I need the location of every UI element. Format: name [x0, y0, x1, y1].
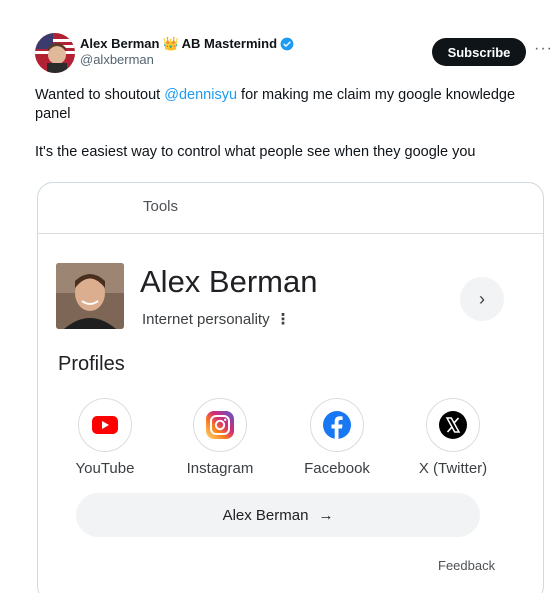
- author-name-suffix: AB Mastermind: [181, 36, 278, 51]
- profile-x-twitter: X (Twitter): [399, 398, 509, 483]
- feedback-link: Feedback: [438, 558, 496, 573]
- subscribe-button[interactable]: Subscribe: [432, 38, 526, 66]
- author-name-block: Alex Berman 👑 AB Mastermind @alxberman: [80, 35, 294, 68]
- author-name: Alex Berman: [80, 36, 160, 51]
- tweet-paragraph-1: Wanted to shoutout @dennisyu for making …: [35, 86, 535, 124]
- entity-name: Alex Berman: [140, 264, 318, 299]
- profile-youtube: YouTube: [51, 398, 161, 483]
- profile-instagram: Instagram: [166, 398, 276, 483]
- profile-photo: [56, 263, 124, 329]
- arrow-right-icon: →: [318, 506, 334, 524]
- tools-label: Tools: [143, 198, 179, 215]
- chevron-right-icon: ›: [460, 277, 504, 321]
- profile-facebook: Facebook: [283, 398, 393, 483]
- crown-icon: 👑: [162, 36, 179, 51]
- mention-link[interactable]: @dennisyu: [164, 87, 237, 103]
- instagram-icon: [193, 398, 247, 452]
- tweet-text-part: Wanted to shoutout: [35, 87, 165, 103]
- profile-label: X (Twitter): [418, 460, 488, 477]
- youtube-icon: [78, 398, 132, 452]
- x-twitter-icon: [426, 398, 480, 452]
- more-options-icon[interactable]: ···: [534, 41, 552, 61]
- author-avatar[interactable]: [35, 33, 75, 73]
- tools-bar: Tools: [38, 183, 543, 234]
- entity-type: Internet personality: [142, 311, 270, 328]
- tweet-paragraph-2: It's the easiest way to control what peo…: [35, 144, 476, 160]
- profiles-heading: Profiles: [58, 353, 125, 375]
- vertical-dots-icon: ⋮: [275, 310, 291, 328]
- tweet-header: Alex Berman 👑 AB Mastermind @alxberman S…: [35, 33, 552, 73]
- author-display-name[interactable]: Alex Berman 👑 AB Mastermind: [80, 35, 294, 52]
- pill-label: Alex Berman: [222, 506, 309, 524]
- facebook-icon: [310, 398, 364, 452]
- knowledge-panel-image[interactable]: Tools Alex Berman Internet personality ⋮…: [37, 182, 544, 593]
- profile-label: Instagram: [186, 460, 254, 477]
- verified-badge-icon: [280, 37, 294, 50]
- tweet-text: Wanted to shoutout @dennisyu for making …: [35, 86, 535, 162]
- profile-label: YouTube: [75, 460, 135, 477]
- author-handle[interactable]: @alxberman: [80, 52, 294, 68]
- entity-subtitle: Internet personality ⋮: [142, 311, 291, 328]
- profile-label: Facebook: [304, 460, 370, 477]
- entity-search-pill: Alex Berman →: [76, 493, 480, 537]
